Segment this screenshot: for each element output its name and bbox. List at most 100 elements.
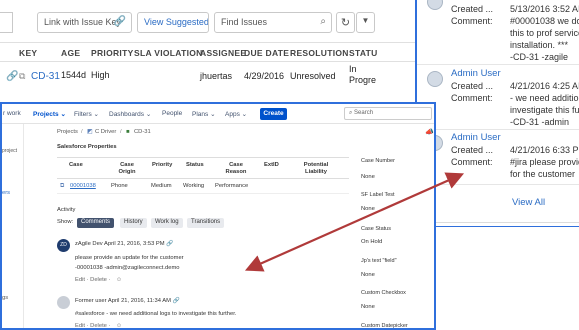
avatar: [427, 71, 443, 87]
divider: [417, 222, 579, 223]
breadcrumb-separator: /: [120, 129, 122, 135]
chevron-down-icon: ⌄: [60, 111, 66, 118]
nav-apps[interactable]: Apps ⌄: [225, 110, 247, 118]
breadcrumb-issue[interactable]: CD-31: [134, 129, 151, 135]
author-link[interactable]: Admin User: [451, 68, 501, 79]
col-due-date[interactable]: DUE DATE: [244, 48, 289, 58]
comment-author[interactable]: zAgile Dev: [75, 241, 103, 247]
col-sla-violation[interactable]: SLA VIOLATION: [134, 48, 203, 58]
chevron-down-icon: ⌄: [210, 111, 216, 118]
feedback-icon[interactable]: 📣: [425, 128, 434, 136]
field-label: Custom Datepicker: [361, 323, 408, 329]
comment-time: April 21, 2016, 3:53 PM: [104, 241, 165, 247]
divider: [57, 157, 349, 158]
col-age[interactable]: AGE: [61, 48, 80, 58]
created-value: 4/21/2016 4:25 AM: [510, 81, 579, 91]
search-input[interactable]: ⌕ Search: [344, 107, 432, 120]
panel-border: [417, 226, 579, 227]
col-key[interactable]: KEY: [19, 48, 37, 58]
view-suggested-button[interactable]: View Suggested: [137, 12, 209, 33]
field-value[interactable]: On Hold: [361, 239, 382, 245]
col-status[interactable]: STATU: [349, 48, 378, 58]
comment-header: zAgile Dev April 21, 2016, 3:53 PM 🔗: [75, 241, 173, 247]
created-value: 4/21/2016 6:33 PM: [510, 145, 579, 155]
tab-comments[interactable]: Comments: [77, 218, 115, 228]
link-icon[interactable]: 🔗: [6, 71, 18, 82]
comment-label: Comment:: [451, 93, 493, 103]
sf-priority-value: Medium: [151, 183, 172, 189]
field-value[interactable]: None: [361, 272, 375, 278]
external-link-icon[interactable]: ⧉: [60, 183, 64, 190]
link-icon[interactable]: 🔗: [173, 298, 180, 304]
sidebar: project ers gs: [2, 124, 24, 328]
author-link[interactable]: Admin User: [451, 132, 501, 143]
created-label: Created ...: [451, 4, 494, 14]
emoji-icon[interactable]: ☺: [116, 323, 122, 328]
nav-projects[interactable]: Projects ⌄: [33, 110, 66, 118]
sidebar-item[interactable]: gs: [2, 295, 8, 301]
comment-label: Comment:: [451, 16, 493, 26]
nav-plans-label: Plans: [192, 111, 209, 118]
tab-history[interactable]: History: [120, 218, 147, 228]
comment-line: -CD-31 -admin: [510, 117, 570, 127]
create-button[interactable]: Create: [260, 108, 287, 120]
refresh-button[interactable]: ↻: [336, 12, 355, 33]
sf-case-link[interactable]: 00001038: [70, 183, 96, 189]
issue-age: 1544d: [61, 70, 87, 80]
comment-header: Former user April 21, 2016, 11:34 AM 🔗: [75, 298, 180, 304]
sidebar-item[interactable]: ers: [2, 190, 10, 196]
issue-key-link[interactable]: CD-31: [31, 71, 60, 82]
divider: [0, 42, 415, 43]
find-issues-input[interactable]: Find Issues ⌕: [214, 12, 332, 33]
comment-time: April 21, 2016, 11:34 AM: [107, 298, 171, 304]
view-all-link[interactable]: View All: [512, 197, 545, 208]
sf-col-case: Case: [69, 162, 83, 168]
link-issue-input[interactable]: Link with Issue Key 🔗: [37, 12, 132, 33]
comment-line: please provide an update for the custome…: [75, 255, 184, 261]
link-icon[interactable]: 🔗: [166, 241, 173, 247]
issue-type-icon: ■: [126, 129, 130, 135]
sf-case-reason-value: Performance: [215, 183, 249, 189]
col-assignee[interactable]: ASSIGNEE: [200, 48, 246, 58]
comment-author[interactable]: Former user: [75, 298, 107, 304]
comment-line: this to prof services fo: [510, 28, 579, 38]
comment-actions[interactable]: Edit · Delete ·: [75, 323, 110, 328]
breadcrumb-project[interactable]: C Driver: [95, 129, 116, 135]
nav-people[interactable]: People: [162, 110, 182, 117]
search-icon[interactable]: ⌕: [320, 16, 326, 27]
search-icon: ⌕: [349, 110, 353, 116]
nav-projects-label: Projects: [33, 111, 59, 118]
tab-transitions[interactable]: Transitions: [187, 218, 225, 228]
sf-col-status: Status: [186, 162, 204, 168]
breadcrumb-projects[interactable]: Projects: [57, 129, 78, 135]
nav-filters[interactable]: Filters ⌄: [74, 110, 99, 118]
divider: [417, 64, 579, 65]
field-value[interactable]: None: [361, 174, 375, 180]
sf-status-value: Working: [183, 183, 205, 189]
col-priority[interactable]: PRIORITY: [91, 48, 134, 58]
emoji-icon[interactable]: ☺: [116, 277, 122, 283]
field-value[interactable]: None: [361, 304, 375, 310]
nav-filters-label: Filters: [74, 111, 92, 118]
tab-work-log[interactable]: Work log: [151, 218, 183, 228]
nav-plans[interactable]: Plans ⌄: [192, 110, 216, 118]
sf-col-case-origin: Case Origin: [118, 162, 136, 175]
dropdown-button[interactable]: ▼: [356, 12, 375, 33]
jira-issue-panel: r work Projects ⌄ Filters ⌄ Dashboards ⌄…: [0, 102, 436, 330]
nav-dashboards[interactable]: Dashboards ⌄: [109, 110, 151, 118]
comment-line: #jira please provide an: [510, 157, 579, 167]
nav-your-work[interactable]: r work: [3, 110, 21, 117]
external-link-icon[interactable]: ⧉: [19, 71, 25, 82]
link-icon[interactable]: 🔗: [114, 16, 126, 27]
comment-actions[interactable]: Edit · Delete ·: [75, 277, 110, 283]
refresh-icon: ↻: [340, 17, 351, 29]
col-resolution[interactable]: RESOLUTION: [290, 48, 349, 58]
avatar: ZD: [57, 239, 70, 252]
search-placeholder: Search: [354, 110, 374, 116]
sidebar-item[interactable]: project: [2, 148, 17, 154]
nav-apps-label: Apps: [225, 111, 240, 118]
avatar: [427, 0, 443, 10]
cut-input[interactable]: [0, 12, 13, 33]
table-row: 🔗 ⧉ CD-31 1544d High jhuertas 4/29/2016 …: [0, 62, 415, 92]
field-value[interactable]: None: [361, 206, 375, 212]
